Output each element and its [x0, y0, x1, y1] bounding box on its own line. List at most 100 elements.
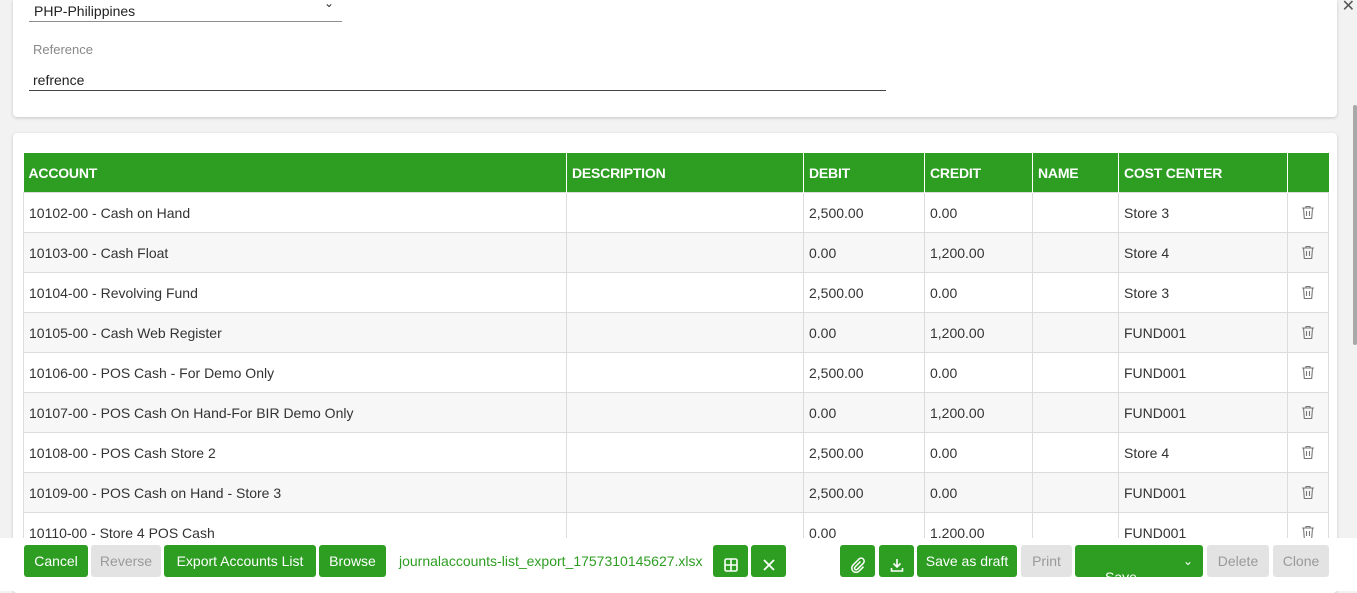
cell-debit[interactable]: 0.00: [803, 392, 925, 433]
column-header-account[interactable]: ACCOUNT: [23, 153, 567, 193]
cell-name[interactable]: [1032, 312, 1119, 353]
attach-button[interactable]: [840, 545, 875, 577]
cell-cost-center[interactable]: FUND001: [1118, 472, 1288, 513]
cell-cost-center[interactable]: Store 3: [1118, 192, 1288, 233]
save-as-draft-button[interactable]: Save as draft: [917, 545, 1017, 577]
export-accounts-button[interactable]: Export Accounts List: [164, 545, 316, 577]
chevron-down-icon[interactable]: ⌄: [1183, 545, 1193, 577]
column-header-cost-center[interactable]: COST CENTER: [1118, 153, 1288, 193]
cell-credit[interactable]: 0.00: [924, 432, 1033, 473]
table-row[interactable]: 10102-00 - Cash on Hand 2,500.00 0.00 St…: [23, 192, 1329, 233]
save-button[interactable]: Save ⌄: [1075, 545, 1203, 585]
table-row[interactable]: 10104-00 - Revolving Fund 2,500.00 0.00 …: [23, 272, 1329, 313]
cell-debit[interactable]: 0.00: [803, 312, 925, 353]
cell-credit[interactable]: 0.00: [924, 192, 1033, 233]
cell-credit[interactable]: 1,200.00: [924, 312, 1033, 353]
cell-cost-center[interactable]: FUND001: [1118, 392, 1288, 433]
cell-delete: [1287, 272, 1329, 313]
cell-account[interactable]: 10108-00 - POS Cash Store 2: [23, 432, 567, 473]
cell-description[interactable]: [566, 392, 804, 433]
reverse-button[interactable]: Reverse: [91, 545, 161, 577]
cell-delete: [1287, 192, 1329, 233]
cell-account[interactable]: 10107-00 - POS Cash On Hand-For BIR Demo…: [23, 392, 567, 433]
trash-icon[interactable]: [1293, 205, 1323, 220]
cell-cost-center[interactable]: FUND001: [1118, 312, 1288, 353]
cell-debit[interactable]: 2,500.00: [803, 432, 925, 473]
trash-icon[interactable]: [1293, 325, 1323, 340]
cell-account[interactable]: 10103-00 - Cash Float: [23, 232, 567, 273]
cell-credit[interactable]: 1,200.00: [924, 232, 1033, 273]
cell-cost-center[interactable]: Store 4: [1118, 432, 1288, 473]
table-header-row: ACCOUNT DESCRIPTION DEBIT CREDIT NAME CO…: [23, 153, 1329, 193]
cell-debit[interactable]: 2,500.00: [803, 192, 925, 233]
download-button[interactable]: [879, 545, 914, 577]
reference-input[interactable]: refrence: [29, 70, 886, 91]
trash-icon[interactable]: [1293, 485, 1323, 500]
trash-icon[interactable]: [1293, 245, 1323, 260]
column-header-credit[interactable]: CREDIT: [924, 153, 1033, 193]
cell-credit[interactable]: 1,200.00: [924, 392, 1033, 433]
cell-description[interactable]: [566, 472, 804, 513]
trash-icon[interactable]: [1293, 405, 1323, 420]
clear-icon: [751, 557, 786, 573]
cell-name[interactable]: [1032, 352, 1119, 393]
column-header-description[interactable]: DESCRIPTION: [566, 153, 804, 193]
reference-value: refrence: [33, 72, 85, 88]
cell-name[interactable]: [1032, 392, 1119, 433]
cell-description[interactable]: [566, 432, 804, 473]
table-row[interactable]: 10103-00 - Cash Float 0.00 1,200.00 Stor…: [23, 232, 1329, 273]
cell-name[interactable]: [1032, 472, 1119, 513]
table-row[interactable]: 10105-00 - Cash Web Register 0.00 1,200.…: [23, 312, 1329, 353]
cell-credit[interactable]: 0.00: [924, 272, 1033, 313]
cell-credit[interactable]: 0.00: [924, 472, 1033, 513]
cell-delete: [1287, 432, 1329, 473]
cell-cost-center[interactable]: FUND001: [1118, 352, 1288, 393]
table-row[interactable]: 10107-00 - POS Cash On Hand-For BIR Demo…: [23, 392, 1329, 433]
clone-button[interactable]: Clone: [1273, 545, 1329, 577]
cell-description[interactable]: [566, 352, 804, 393]
grid-button[interactable]: [713, 545, 748, 577]
table-row[interactable]: 10106-00 - POS Cash - For Demo Only 2,50…: [23, 352, 1329, 393]
column-header-debit[interactable]: DEBIT: [803, 153, 925, 193]
print-button[interactable]: Print: [1021, 545, 1072, 577]
table-row[interactable]: 10109-00 - POS Cash on Hand - Store 3 2,…: [23, 472, 1329, 513]
cell-account[interactable]: 10109-00 - POS Cash on Hand - Store 3: [23, 472, 567, 513]
cell-debit[interactable]: 2,500.00: [803, 352, 925, 393]
currency-select[interactable]: PHP-Philippines ⌄: [29, 0, 342, 22]
close-icon[interactable]: ✕: [1342, 0, 1355, 15]
cell-account[interactable]: 10106-00 - POS Cash - For Demo Only: [23, 352, 567, 393]
cell-credit[interactable]: 0.00: [924, 352, 1033, 393]
paperclip-icon: [840, 557, 875, 573]
cell-name[interactable]: [1032, 232, 1119, 273]
cell-name[interactable]: [1032, 432, 1119, 473]
cell-delete: [1287, 392, 1329, 433]
table-row[interactable]: 10108-00 - POS Cash Store 2 2,500.00 0.0…: [23, 432, 1329, 473]
file-name: journalaccounts-list_export_175731014562…: [399, 553, 703, 569]
trash-icon[interactable]: [1293, 445, 1323, 460]
cell-debit[interactable]: 2,500.00: [803, 472, 925, 513]
cell-debit[interactable]: 2,500.00: [803, 272, 925, 313]
delete-button[interactable]: Delete: [1207, 545, 1269, 577]
cell-account[interactable]: 10102-00 - Cash on Hand: [23, 192, 567, 233]
scrollbar[interactable]: [1353, 105, 1357, 345]
cancel-button[interactable]: Cancel: [24, 545, 88, 577]
cell-description[interactable]: [566, 192, 804, 233]
cell-cost-center[interactable]: Store 3: [1118, 272, 1288, 313]
journal-lines-card: ACCOUNT DESCRIPTION DEBIT CREDIT NAME CO…: [13, 133, 1337, 593]
cell-name[interactable]: [1032, 272, 1119, 313]
cell-description[interactable]: [566, 272, 804, 313]
column-header-name[interactable]: NAME: [1032, 153, 1119, 193]
cell-account[interactable]: 10104-00 - Revolving Fund: [23, 272, 567, 313]
cell-cost-center[interactable]: Store 4: [1118, 232, 1288, 273]
cell-description[interactable]: [566, 312, 804, 353]
column-header-actions: [1287, 153, 1329, 193]
clear-file-button[interactable]: [751, 545, 786, 577]
journal-header-card: PHP-Philippines ⌄ Reference refrence: [13, 0, 1337, 117]
cell-account[interactable]: 10105-00 - Cash Web Register: [23, 312, 567, 353]
trash-icon[interactable]: [1293, 285, 1323, 300]
cell-description[interactable]: [566, 232, 804, 273]
cell-debit[interactable]: 0.00: [803, 232, 925, 273]
trash-icon[interactable]: [1293, 365, 1323, 380]
cell-name[interactable]: [1032, 192, 1119, 233]
browse-button[interactable]: Browse: [319, 545, 386, 577]
